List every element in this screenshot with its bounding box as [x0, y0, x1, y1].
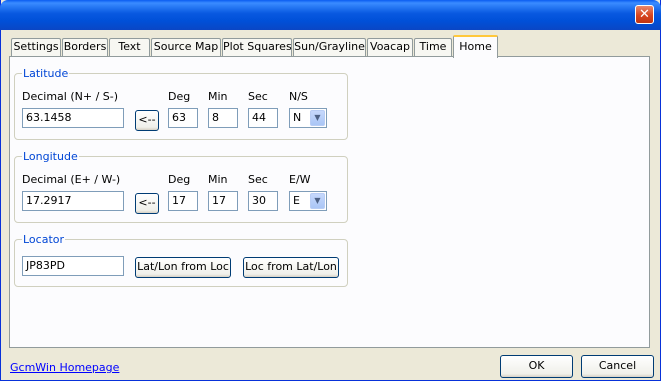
tab-text[interactable]: Text: [109, 38, 150, 56]
latitude-decimal-field[interactable]: 63.1458: [22, 108, 124, 128]
latitude-hemisphere-value: N: [293, 111, 302, 124]
longitude-legend: Longitude: [22, 150, 79, 163]
latitude-deg-label: Deg: [168, 90, 191, 103]
tab-sun-grayline[interactable]: Sun/Grayline: [293, 38, 366, 56]
longitude-min-field[interactable]: 17: [208, 191, 238, 211]
latitude-sec-label: Sec: [248, 90, 268, 103]
longitude-hemisphere-value: E: [293, 194, 300, 207]
longitude-group: Longitude Decimal (E+ / W-) 17.2917 <-- …: [14, 150, 348, 223]
longitude-sec-label: Sec: [248, 173, 268, 186]
dialog-window: ✕ Settings Borders Text Source Map Plot …: [0, 0, 661, 381]
tab-source-map[interactable]: Source Map: [151, 38, 221, 56]
longitude-deg-label: Deg: [168, 173, 191, 186]
home-tab-page: Latitude Decimal (N+ / S-) 63.1458 <-- D…: [9, 56, 650, 348]
locator-group: Locator JP83PD Lat/Lon from Loc Loc from…: [14, 233, 348, 287]
latitude-group: Latitude Decimal (N+ / S-) 63.1458 <-- D…: [14, 67, 348, 140]
chevron-down-icon[interactable]: ▼: [310, 110, 325, 126]
latitude-min-field[interactable]: 8: [208, 108, 238, 128]
tab-borders[interactable]: Borders: [62, 38, 108, 56]
longitude-hemisphere-select[interactable]: E ▼: [289, 191, 327, 211]
latitude-decimal-label: Decimal (N+ / S-): [22, 90, 119, 103]
chevron-down-icon[interactable]: ▼: [310, 193, 325, 209]
close-button[interactable]: ✕: [635, 5, 654, 24]
cancel-button[interactable]: Cancel: [581, 355, 654, 378]
longitude-convert-button[interactable]: <--: [135, 193, 159, 214]
tab-strip: Settings Borders Text Source Map Plot Sq…: [9, 35, 649, 58]
longitude-hemisphere-label: E/W: [289, 173, 311, 186]
latitude-sec-field[interactable]: 44: [248, 108, 278, 128]
tab-home[interactable]: Home: [453, 35, 498, 58]
tab-voacap[interactable]: Voacap: [367, 38, 413, 56]
latlon-from-loc-button[interactable]: Lat/Lon from Loc: [135, 257, 231, 278]
longitude-decimal-field[interactable]: 17.2917: [22, 191, 124, 211]
longitude-sec-field[interactable]: 30: [248, 191, 278, 211]
latitude-convert-button[interactable]: <--: [135, 110, 159, 131]
locator-field[interactable]: JP83PD: [22, 256, 124, 276]
close-icon: ✕: [639, 7, 650, 22]
latitude-legend: Latitude: [22, 67, 70, 80]
longitude-decimal-label: Decimal (E+ / W-): [22, 173, 121, 186]
latitude-hemisphere-label: N/S: [289, 90, 308, 103]
latitude-min-label: Min: [208, 90, 228, 103]
latitude-deg-field[interactable]: 63: [168, 108, 198, 128]
tab-time[interactable]: Time: [414, 38, 452, 56]
ok-button[interactable]: OK: [500, 355, 573, 378]
homepage-link[interactable]: GcmWin Homepage: [10, 361, 119, 374]
longitude-deg-field[interactable]: 17: [168, 191, 198, 211]
tab-settings[interactable]: Settings: [11, 38, 61, 56]
longitude-min-label: Min: [208, 173, 228, 186]
title-bar[interactable]: ✕: [0, 0, 661, 30]
tab-plot-squares[interactable]: Plot Squares: [222, 38, 292, 56]
locator-legend: Locator: [22, 233, 66, 246]
latitude-hemisphere-select[interactable]: N ▼: [289, 108, 327, 128]
loc-from-latlon-button[interactable]: Loc from Lat/Lon: [243, 257, 339, 278]
